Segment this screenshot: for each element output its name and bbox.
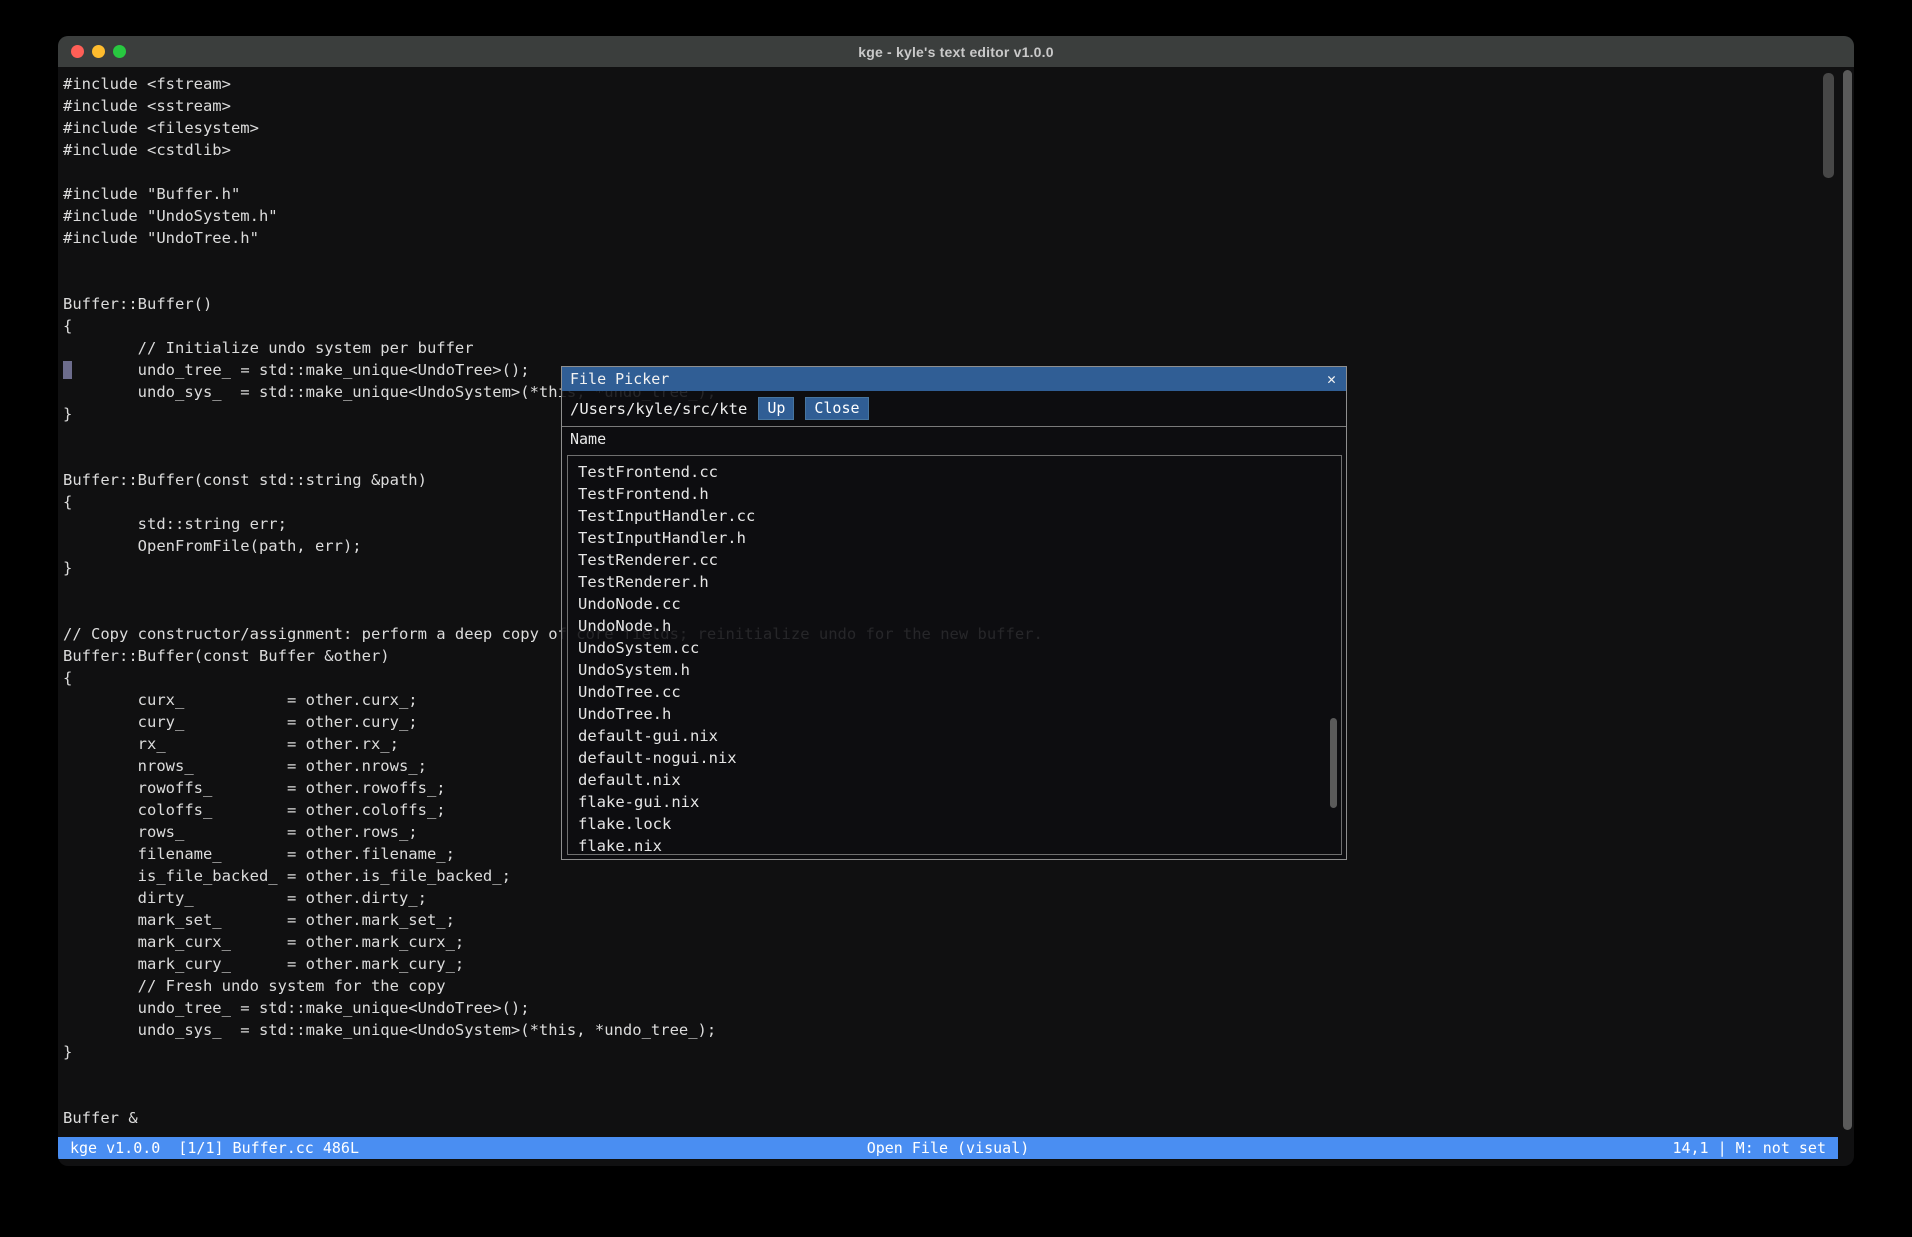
- file-item[interactable]: TestInputHandler.h: [568, 527, 1341, 549]
- status-file-info: kge v1.0.0 [1/1] Buffer.cc 486L: [70, 1139, 359, 1157]
- close-button[interactable]: Close: [805, 397, 868, 420]
- file-list[interactable]: TestFrontend.ccTestFrontend.hTestInputHa…: [567, 455, 1342, 855]
- code-line: // Fresh undo system for the copy: [63, 975, 1854, 997]
- code-line: is_file_backed_ = other.is_file_backed_;: [63, 865, 1854, 887]
- code-line: mark_curx_ = other.mark_curx_;: [63, 931, 1854, 953]
- divider: [562, 426, 1346, 427]
- file-item[interactable]: flake-gui.nix: [568, 791, 1341, 813]
- up-button[interactable]: Up: [758, 397, 794, 420]
- code-line: #include "Buffer.h": [63, 183, 1854, 205]
- app-window: kge - kyle's text editor v1.0.0 #include…: [58, 36, 1854, 1166]
- code-line: undo_sys_ = std::make_unique<UndoSystem>…: [63, 1019, 1854, 1041]
- traffic-lights: [71, 36, 126, 67]
- editor-scrollbar-thumb[interactable]: [1823, 73, 1834, 178]
- zoom-window-icon[interactable]: [113, 45, 126, 58]
- file-item[interactable]: TestFrontend.h: [568, 483, 1341, 505]
- code-line: #include <sstream>: [63, 95, 1854, 117]
- text-cursor: [63, 361, 72, 379]
- code-line: mark_cury_ = other.mark_cury_;: [63, 953, 1854, 975]
- code-line: [63, 1085, 1854, 1107]
- code-line: [63, 271, 1854, 293]
- status-bar: Open File (visual) kge v1.0.0 [1/1] Buff…: [58, 1137, 1838, 1159]
- code-line: [63, 1063, 1854, 1085]
- code-line: }: [63, 1041, 1854, 1063]
- file-item[interactable]: UndoSystem.h: [568, 659, 1341, 681]
- code-line: // Initialize undo system per buffer: [63, 337, 1854, 359]
- file-item[interactable]: UndoTree.cc: [568, 681, 1341, 703]
- code-line: {: [63, 315, 1854, 337]
- code-line: [63, 161, 1854, 183]
- file-item[interactable]: TestInputHandler.cc: [568, 505, 1341, 527]
- window-titlebar[interactable]: kge - kyle's text editor v1.0.0: [58, 36, 1854, 67]
- file-list-scrollbar-thumb[interactable]: [1330, 718, 1337, 808]
- code-line: dirty_ = other.dirty_;: [63, 887, 1854, 909]
- file-item[interactable]: TestFrontend.cc: [568, 461, 1341, 483]
- file-item[interactable]: flake.nix: [568, 835, 1341, 855]
- code-line: mark_set_ = other.mark_set_;: [63, 909, 1854, 931]
- file-item[interactable]: TestRenderer.cc: [568, 549, 1341, 571]
- close-window-icon[interactable]: [71, 45, 84, 58]
- code-line: #include <fstream>: [63, 73, 1854, 95]
- code-line: undo_tree_ = std::make_unique<UndoTree>(…: [63, 997, 1854, 1019]
- file-item[interactable]: UndoSystem.cc: [568, 637, 1341, 659]
- window-scrollbar[interactable]: [1843, 70, 1852, 1130]
- file-item[interactable]: default-nogui.nix: [568, 747, 1341, 769]
- current-directory-path: /Users/kyle/src/kte: [570, 400, 747, 418]
- code-line: #include <filesystem>: [63, 117, 1854, 139]
- code-line: Buffer::Buffer(): [63, 293, 1854, 315]
- file-picker-path-row: /Users/kyle/src/kte Up Close: [562, 391, 1346, 426]
- code-line: #include "UndoSystem.h": [63, 205, 1854, 227]
- file-item[interactable]: default.nix: [568, 769, 1341, 791]
- code-line: #include <cstdlib>: [63, 139, 1854, 161]
- status-cursor-position: 14,1 | M: not set: [1672, 1139, 1826, 1157]
- file-item[interactable]: UndoNode.cc: [568, 593, 1341, 615]
- window-title: kge - kyle's text editor v1.0.0: [858, 44, 1054, 60]
- file-picker-dialog: File Picker ✕ /Users/kyle/src/kte Up Clo…: [561, 366, 1347, 860]
- file-item[interactable]: flake.lock: [568, 813, 1341, 835]
- code-line: #include "UndoTree.h": [63, 227, 1854, 249]
- close-icon[interactable]: ✕: [1327, 372, 1336, 387]
- file-item[interactable]: TestRenderer.h: [568, 571, 1341, 593]
- file-item[interactable]: UndoTree.h: [568, 703, 1341, 725]
- file-picker-title: File Picker: [570, 370, 669, 388]
- file-item[interactable]: UndoNode.h: [568, 615, 1341, 637]
- code-line: [63, 249, 1854, 271]
- name-column-header: Name: [570, 430, 606, 448]
- file-picker-titlebar[interactable]: File Picker ✕: [562, 367, 1346, 391]
- code-line: Buffer &: [63, 1107, 1854, 1129]
- minimize-window-icon[interactable]: [92, 45, 105, 58]
- file-item[interactable]: default-gui.nix: [568, 725, 1341, 747]
